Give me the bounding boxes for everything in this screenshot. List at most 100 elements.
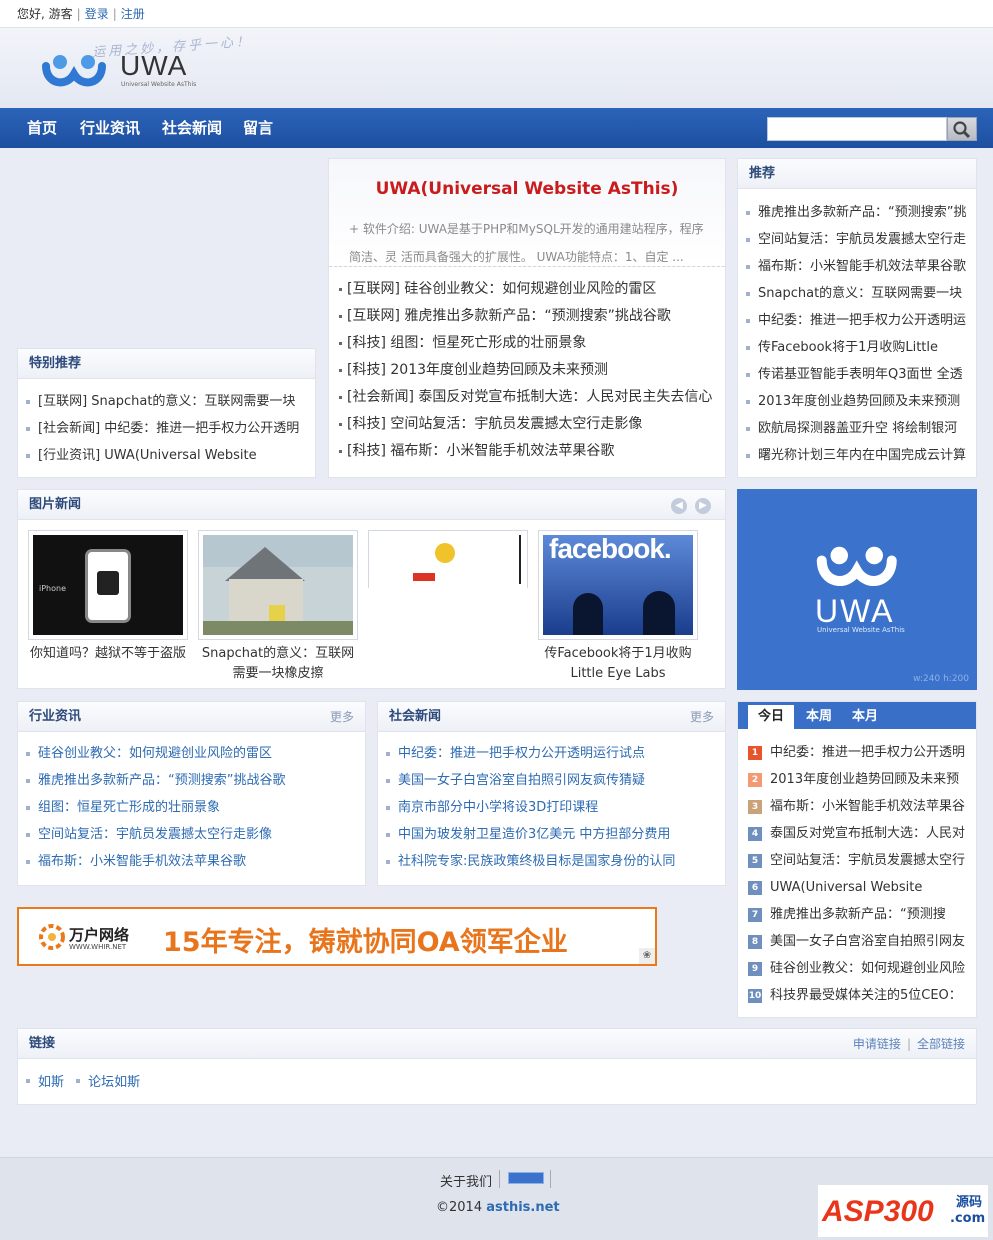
- list-item[interactable]: 组图：恒星死亡形成的壮丽景象: [26, 794, 365, 821]
- special-recommend-title: 特别推荐: [18, 349, 315, 379]
- rank-number-badge: 4: [748, 827, 762, 841]
- list-item[interactable]: Snapchat的意义：互联网需要一块: [746, 280, 976, 307]
- featured-title[interactable]: UWA(Universal Website AsThis): [329, 159, 725, 199]
- list-item[interactable]: [科技] 组图：恒星死亡形成的壮丽景象: [339, 330, 725, 357]
- list-item[interactable]: 空间站复活：宇航员发震撼太空行走: [746, 226, 976, 253]
- picture-news-item[interactable]: iPhone 你知道吗？越狱不等于盗版: [28, 530, 188, 664]
- social-news-title: 社会新闻 更多: [378, 702, 725, 732]
- all-links-link[interactable]: 全部链接: [917, 1037, 965, 1051]
- list-item[interactable]: [社会新闻] 中纪委：推进一把手权力公开透明: [26, 415, 315, 442]
- about-link[interactable]: 关于我们: [440, 1171, 492, 1190]
- register-link[interactable]: 注册: [121, 7, 145, 21]
- recommend-panel: 推荐 雅虎推出多款新产品：“预测搜索”挑 空间站复活：宇航员发震撼太空行走 福布…: [737, 158, 977, 478]
- list-item[interactable]: [互联网] 雅虎推出多款新产品：“预测搜索”挑战谷歌: [339, 303, 725, 330]
- ranking-item[interactable]: 3 福布斯：小米智能手机效法苹果谷: [748, 793, 976, 820]
- search-icon: [953, 121, 971, 139]
- list-item[interactable]: [社会新闻] 泰国反对党宣布抵制大选：人民对民主失去信心: [339, 384, 725, 411]
- ranking-item[interactable]: 7 雅虎推出多款新产品：“预测搜: [748, 901, 976, 928]
- logo-subtext: Universal Website AsThis: [121, 81, 197, 88]
- list-item[interactable]: [科技] 福布斯：小米智能手机效法苹果谷歌: [339, 438, 725, 465]
- list-item[interactable]: 传诺基亚智能手表明年Q3面世 全透: [746, 361, 976, 388]
- nav-message[interactable]: 留言: [243, 108, 273, 148]
- more-link[interactable]: 更多: [690, 702, 714, 732]
- friend-link[interactable]: 论坛如斯: [76, 1071, 140, 1090]
- uwa-ad-block[interactable]: UWA Universal Website AsThis w:240 h:200: [737, 489, 977, 690]
- list-item[interactable]: [行业资讯] UWA(Universal Website: [26, 442, 315, 469]
- list-item[interactable]: 雅虎推出多款新产品：“预测搜索”挑战谷歌: [26, 767, 365, 794]
- ranking-item[interactable]: 1 中纪委：推进一把手权力公开透明: [748, 739, 976, 766]
- banner-brand-url: WWW.WHIR.NET: [69, 943, 127, 951]
- rank-number-badge: 6: [748, 881, 762, 895]
- rank-number-badge: 8: [748, 935, 762, 949]
- picture-news-item[interactable]: facebook. 传Facebook将于1月收购Little Eye Labs: [538, 530, 698, 684]
- list-item[interactable]: 传Facebook将于1月收购Little: [746, 334, 976, 361]
- picture-news-caption: 你知道吗？越狱不等于盗版: [29, 646, 186, 661]
- ranking-item[interactable]: 8 美国一女子白宫浴室自拍照引网友: [748, 928, 976, 955]
- oa-banner-ad[interactable]: 万户网络 WWW.WHIR.NET 15年专注，铸就协同OA领军企业 ❀: [17, 907, 657, 966]
- ranking-item[interactable]: 5 空间站复活：宇航员发震撼太空行: [748, 847, 976, 874]
- nav-home[interactable]: 首页: [27, 108, 57, 148]
- house-image: [203, 535, 353, 635]
- nav-industry[interactable]: 行业资讯: [80, 108, 140, 148]
- picture-news-item[interactable]: Snapchat的意义：互联网需要一块橡皮擦: [198, 530, 358, 684]
- rank-number-badge: 10: [748, 989, 762, 1003]
- list-item[interactable]: 空间站复活：宇航员发震撼太空行走影像: [26, 821, 365, 848]
- footer-uwa-badge[interactable]: [499, 1170, 551, 1188]
- tab-week[interactable]: 本周: [796, 705, 842, 729]
- list-item[interactable]: 欧航局探测器盖亚升空 将绘制银河: [746, 415, 976, 442]
- tab-month[interactable]: 本月: [842, 705, 888, 729]
- list-item[interactable]: [科技] 2013年度创业趋势回顾及未来预测: [339, 357, 725, 384]
- next-arrow-icon[interactable]: ▶: [695, 498, 711, 514]
- picture-news-panel: 图片新闻 ◀ ▶ iPhone 你知道吗？越狱不等于盗版 Snapchat的意义…: [17, 489, 726, 689]
- search-button[interactable]: [947, 117, 977, 141]
- search-input[interactable]: [767, 117, 947, 141]
- list-item[interactable]: 南京市部分中小学将设3D打印课程: [386, 794, 725, 821]
- industry-news-panel: 行业资讯 更多 硅谷创业教父：如何规避创业风险的雷区 雅虎推出多款新产品：“预测搜…: [17, 701, 366, 886]
- footer-domain-link[interactable]: asthis.net: [486, 1200, 559, 1215]
- more-link[interactable]: 更多: [330, 702, 354, 732]
- ad-size-label: w:240 h:200: [913, 674, 969, 684]
- industry-news-title: 行业资讯 更多: [18, 702, 365, 732]
- nav-social[interactable]: 社会新闻: [162, 108, 222, 148]
- list-item[interactable]: 福布斯：小米智能手机效法苹果谷歌: [746, 253, 976, 280]
- uwa-ad-logo-subtext: Universal Website AsThis: [817, 626, 905, 634]
- list-item[interactable]: 曙光称计划三年内在中国完成云计算: [746, 442, 976, 469]
- list-item[interactable]: 福布斯：小米智能手机效法苹果谷歌: [26, 848, 365, 875]
- apply-link[interactable]: 申请链接: [853, 1037, 901, 1051]
- ranking-item[interactable]: 4 泰国反对党宣布抵制大选：人民对: [748, 820, 976, 847]
- list-item[interactable]: 美国一女子白宫浴室自拍照引网友疯传猜疑: [386, 767, 725, 794]
- sun-image: [373, 535, 523, 584]
- ranking-item[interactable]: 6 UWA(Universal Website: [748, 874, 976, 901]
- greeting-text: 您好, 游客: [17, 7, 73, 21]
- list-item[interactable]: 中国为玻发射卫星造价3亿美元 中方担部分费用: [386, 821, 725, 848]
- ranking-item[interactable]: 9 硅谷创业教父：如何规避创业风险: [748, 955, 976, 982]
- watermark-text: ASP300: [822, 1195, 934, 1228]
- rank-number-badge: 7: [748, 908, 762, 922]
- friend-link[interactable]: 如斯: [26, 1071, 64, 1090]
- asp300-watermark: ASP300 源码 .com: [818, 1185, 988, 1237]
- list-item[interactable]: 中纪委：推进一把手权力公开透明运: [746, 307, 976, 334]
- rank-number-badge: 1: [748, 746, 762, 760]
- list-item[interactable]: [科技] 空间站复活：宇航员发震撼太空行走影像: [339, 411, 725, 438]
- recommend-title: 推荐: [738, 159, 976, 189]
- list-item[interactable]: 雅虎推出多款新产品：“预测搜索”挑: [746, 199, 976, 226]
- list-item[interactable]: 中纪委：推进一把手权力公开透明运行试点: [386, 740, 725, 767]
- watermark-sub: 源码: [956, 1195, 983, 1210]
- list-item[interactable]: 2013年度创业趋势回顾及未来预测: [746, 388, 976, 415]
- prev-arrow-icon[interactable]: ◀: [671, 498, 687, 514]
- rank-number-badge: 3: [748, 800, 762, 814]
- login-link[interactable]: 登录: [85, 7, 109, 21]
- rank-number-badge: 2: [748, 773, 762, 787]
- ranking-panel: 今日 本周 本月 1 中纪委：推进一把手权力公开透明 2 2013年度创业趋势回顾及…: [737, 701, 977, 1018]
- links-panel: 链接 申请链接 | 全部链接 如斯 论坛如斯: [17, 1028, 977, 1105]
- tab-today[interactable]: 今日: [748, 705, 794, 729]
- list-item[interactable]: 社科院专家:民族政策终极目标是国家身份的认同: [386, 848, 725, 875]
- list-item[interactable]: [互联网] 硅谷创业教父：如何规避创业风险的雷区: [339, 276, 725, 303]
- list-item[interactable]: [互联网] Snapchat的意义：互联网需要一块: [26, 388, 315, 415]
- ranking-item[interactable]: 2 2013年度创业趋势回顾及未来预: [748, 766, 976, 793]
- picture-news-item[interactable]: [368, 530, 528, 592]
- banner-brand: 万户网络: [69, 926, 130, 944]
- whir-logo-icon: [39, 924, 65, 950]
- list-item[interactable]: 硅谷创业教父：如何规避创业风险的雷区: [26, 740, 365, 767]
- ranking-item[interactable]: 10 科技界最受媒体关注的5位CEO：: [748, 982, 976, 1009]
